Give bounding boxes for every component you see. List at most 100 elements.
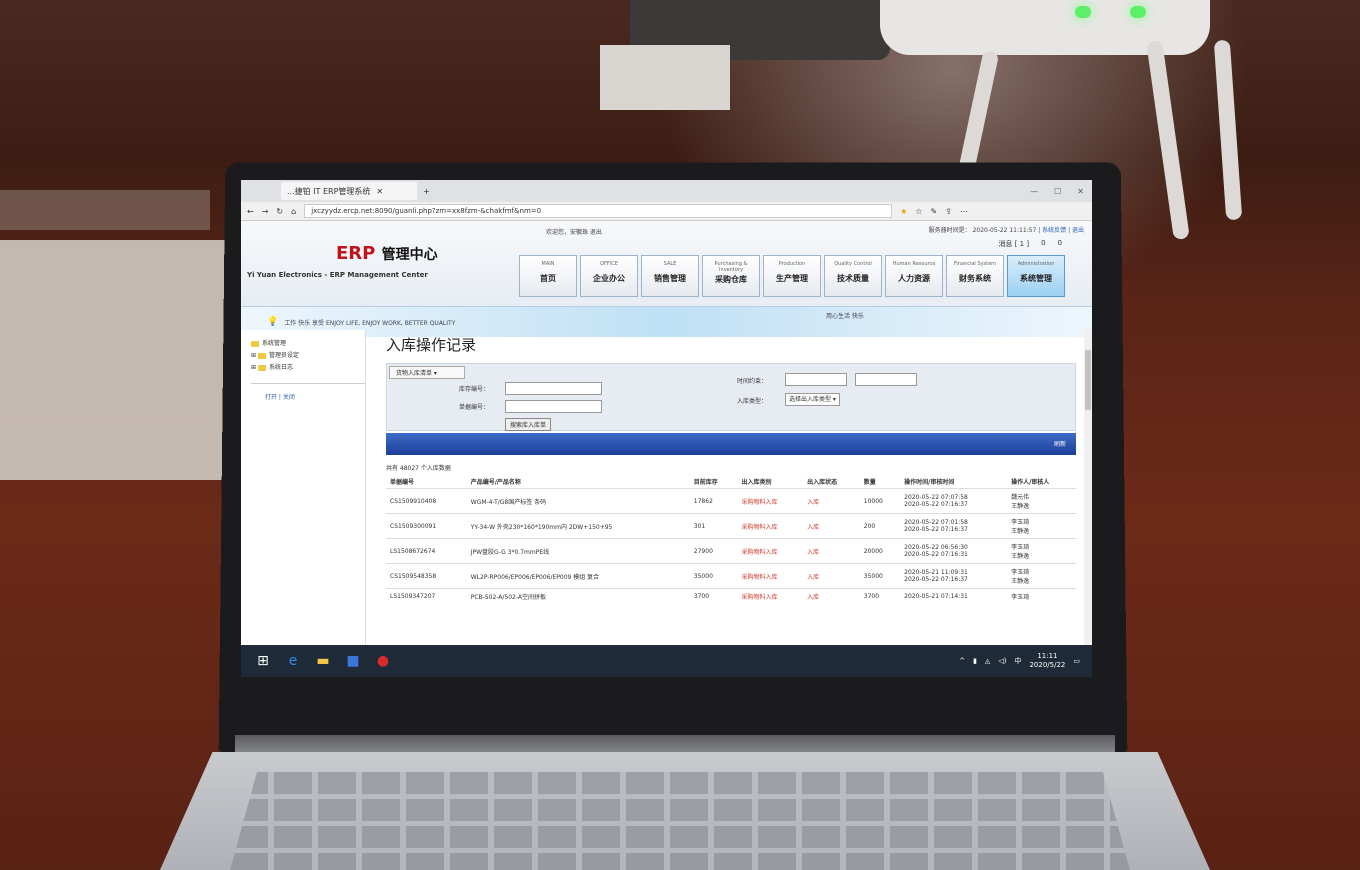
volume-icon[interactable]: ◁) [998, 657, 1006, 665]
tray-up-icon[interactable]: ^ [959, 657, 965, 665]
edge-browser-icon[interactable]: e [285, 653, 301, 669]
sidebar-root[interactable]: 系统管理 [251, 338, 365, 347]
back-icon[interactable]: ← [247, 207, 254, 216]
favorite-star-icon[interactable]: ★ [900, 207, 907, 216]
maximize-icon[interactable]: ☐ [1054, 187, 1061, 196]
page-scrollbar[interactable] [1084, 330, 1092, 645]
records-table: 单据编号 产品编号/产品名称 目前库存 出入库类别 出入库状态 数量 操作时间/审核时间 操作… [386, 475, 1076, 604]
table-row[interactable]: CS1509300091 YY-34-W 外壳230*160*190mm内 2DW… [386, 513, 1076, 539]
table-cell: 2020-05-22 06:56:30 2020-05-22 07:16:31 [900, 538, 1008, 564]
drone-led-right [1130, 6, 1146, 18]
table-cell: LS1509347207 [386, 588, 467, 604]
minimize-icon[interactable]: — [1030, 187, 1038, 196]
refresh-icon[interactable]: ↻ [276, 207, 283, 216]
clock[interactable]: 11:11 2020/5/22 [1029, 652, 1065, 670]
nav-main[interactable]: MAIN 首页 [519, 255, 577, 297]
drone-led-left [1075, 6, 1091, 18]
ime-indicator[interactable]: 中 [1014, 656, 1021, 666]
wall-shadow [0, 190, 210, 230]
close-icon[interactable]: ✕ [1077, 187, 1084, 196]
tree-controls: 打开 | 关闭 [251, 383, 365, 401]
type-select[interactable]: 选择出入库类型 ▾ [785, 393, 840, 406]
table-row[interactable]: LS1508672674 JPW盘胶G-G 3*0.7mmPE线 27900 采购物料… [386, 538, 1076, 564]
table-row[interactable]: LS1509347207 PCB-502-A/502-A空间拼板 3700 采购物料入… [386, 588, 1076, 604]
search-button[interactable]: 搜索库入库单 [505, 418, 552, 431]
new-tab-icon[interactable]: + [423, 187, 430, 196]
nav-admin[interactable]: Administration 系统管理 [1007, 255, 1065, 297]
table-cell: 入库 [803, 538, 860, 564]
nav-purchasing[interactable]: Purchasing & Inventory 采购仓库 [702, 255, 760, 297]
notification-icon[interactable]: ▭ [1073, 657, 1080, 665]
expand-button[interactable]: 打开 [265, 394, 277, 401]
table-cell: 采购物料入库 [737, 563, 804, 589]
table-row[interactable]: CS1509910408 WGM-4-T/G8国产标签 条码 17862 采购物料入库… [386, 488, 1076, 514]
column-header: 出入库状态 [807, 479, 838, 486]
list-type-select[interactable]: 货物入库清单 ▾ [389, 366, 465, 379]
column-header: 产品编号/产品名称 [470, 479, 521, 486]
file-explorer-icon[interactable]: ▬ [315, 653, 331, 669]
nav-hr[interactable]: Human Resource 人力资源 [885, 255, 943, 297]
table-cell: 李玉琦 王静逸 [1007, 538, 1076, 564]
tips-counter[interactable]: 0 [1058, 239, 1062, 249]
nav-quality[interactable]: Quality Control 技术质量 [824, 255, 882, 297]
record-count: 共有 48027 个入库数据 [386, 465, 451, 472]
favorites-icon[interactable]: ☆ [915, 207, 922, 216]
nav-office[interactable]: OFFICE 企业办公 [580, 255, 638, 297]
table-cell: CS1509300091 [386, 513, 467, 539]
table-cell: 李玉琦 [1007, 588, 1076, 604]
main-content: 入库操作记录 货物入库清单 ▾ 库存编号： 单据编号： 时间约束： 入库类型： … [386, 330, 1076, 645]
table-cell: 2020-05-22 07:07:58 2020-05-22 07:16:37 [900, 488, 1008, 514]
more-icon[interactable]: ⋯ [960, 207, 968, 216]
erp-logo: ERP 管理中心 [336, 243, 438, 264]
scroll-thumb[interactable] [1085, 350, 1091, 410]
table-cell: 20000 [859, 538, 901, 564]
server-time: 服务器时间是： 2020-05-22 11:11:57 | 系统反馈 | 退出 [929, 225, 1084, 234]
windows-start-icon[interactable]: ⊞ [255, 653, 271, 669]
print-counter[interactable]: 0 [1041, 239, 1045, 249]
column-header: 目前库存 [693, 479, 718, 486]
nav-sale[interactable]: SALE 销售管理 [641, 255, 699, 297]
message-counter[interactable]: 消息 [ 1 ] [998, 239, 1029, 249]
logo-subtitle: Yi Yuan Electronics - ERP Management Cen… [247, 271, 428, 279]
product-label: 库存编号： [459, 386, 490, 393]
product-input[interactable] [505, 382, 602, 395]
table-row[interactable]: CS1509548358 WL2P-RP006/EP006/EP006/EP009… [386, 563, 1076, 589]
share-icon[interactable]: ⇪ [945, 207, 952, 216]
table-cell: JPW盘胶G-G 3*0.7mmPE线 [466, 538, 690, 564]
header-links[interactable]: | 系统反馈 | 退出 [1038, 227, 1084, 234]
tab-close-icon[interactable]: ✕ [376, 187, 383, 196]
address-bar: ← → ↻ ⌂ jxczyydz.ercp.net:8090/guanli.ph… [241, 202, 1092, 221]
table-cell: 李玉琦 王静逸 [1007, 513, 1076, 539]
pen-icon[interactable]: ✎ [931, 207, 938, 216]
app-icon[interactable]: ● [375, 653, 391, 669]
sidebar-item-system-log[interactable]: ⊞ 系统日志 [251, 362, 365, 371]
type-label: 入库类型： [737, 398, 768, 405]
url-field[interactable]: jxczyydz.ercp.net:8090/guanli.php?zm=xx8… [304, 204, 893, 218]
collapse-button[interactable]: 关闭 [283, 394, 295, 401]
keyboard [230, 772, 1130, 870]
forward-icon[interactable]: → [262, 207, 269, 216]
banner-right-text: 用心生活 快乐 [826, 313, 864, 320]
column-header: 单据编号 [390, 479, 415, 486]
time-start-input[interactable] [785, 373, 847, 386]
nav-finance[interactable]: Financial System 财务系统 [946, 255, 1004, 297]
sidebar-item-admin-settings[interactable]: ⊞ 管理员设定 [251, 350, 365, 359]
page-title: 入库操作记录 [386, 336, 477, 354]
network-icon[interactable]: ◬ [985, 657, 990, 665]
nav-production[interactable]: Production 生产管理 [763, 255, 821, 297]
order-label: 单据编号： [459, 404, 490, 411]
browser-tab[interactable]: ...捷铂 IT ERP管理系统 ✕ [281, 182, 417, 200]
clock-time: 11:11 [1037, 652, 1058, 660]
column-header: 出入库类别 [741, 479, 772, 486]
order-input[interactable] [505, 400, 602, 413]
word-icon[interactable]: ■ [345, 653, 361, 669]
battery-icon[interactable]: ▮ [973, 657, 977, 665]
logo-cn-text: 管理中心 [381, 247, 438, 263]
table-cell: 17862 [689, 488, 738, 514]
main-nav: MAIN 首页 OFFICE 企业办公 SALE 销售管理 Purchasing & … [519, 255, 1065, 297]
slogan-text: 工作 快乐 享受 ENJOY LIFE, ENJOY WORK, BETTER … [284, 319, 456, 327]
erp-header: ERP 管理中心 Yi Yuan Electronics - ERP Manag… [241, 221, 1092, 307]
home-icon[interactable]: ⌂ [291, 207, 296, 216]
time-end-input[interactable] [855, 373, 917, 386]
refresh-button[interactable]: 刷新 [1054, 439, 1066, 448]
